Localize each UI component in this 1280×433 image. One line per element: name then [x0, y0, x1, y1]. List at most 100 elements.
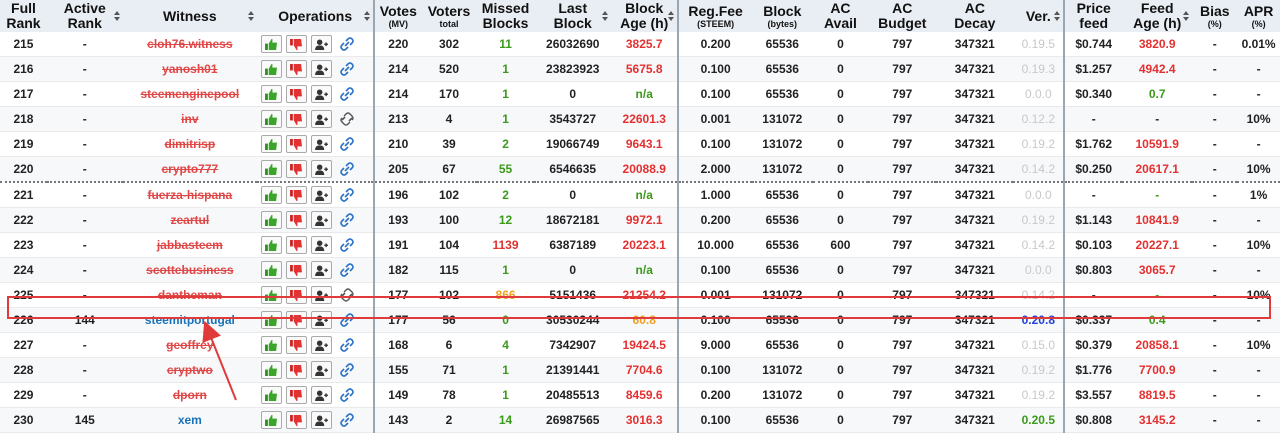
- thumbs-up-icon[interactable]: [261, 186, 283, 204]
- col-version[interactable]: Ver.: [1013, 0, 1066, 32]
- thumbs-up-icon[interactable]: [261, 160, 283, 178]
- broken-link-icon[interactable]: [340, 112, 354, 126]
- col-missed-blocks[interactable]: Missed Blocks: [476, 0, 535, 32]
- witness-link[interactable]: steemitportugal: [145, 313, 235, 327]
- witness-link[interactable]: dporn: [173, 388, 207, 402]
- col-operations[interactable]: Operations: [257, 0, 376, 32]
- user-plus-icon[interactable]: [311, 35, 333, 53]
- link-icon[interactable]: [340, 137, 354, 151]
- link-icon[interactable]: [340, 62, 354, 76]
- user-plus-icon[interactable]: [311, 386, 333, 404]
- col-feed-age[interactable]: Feed Age (h): [1122, 0, 1193, 32]
- thumbs-down-icon[interactable]: [286, 336, 308, 354]
- witness-link[interactable]: zeartul: [170, 213, 209, 227]
- witness-link[interactable]: dimitrisp: [165, 137, 216, 151]
- sort-icon[interactable]: [248, 11, 255, 21]
- user-plus-icon[interactable]: [311, 311, 333, 329]
- witness-link[interactable]: steemenginepool: [140, 87, 239, 101]
- link-icon[interactable]: [340, 313, 354, 327]
- thumbs-up-icon[interactable]: [261, 135, 283, 153]
- col-votes[interactable]: Votes (MV): [374, 0, 422, 32]
- witness-link[interactable]: dantheman: [158, 288, 222, 302]
- thumbs-up-icon[interactable]: [261, 211, 283, 229]
- thumbs-up-icon[interactable]: [261, 85, 283, 103]
- col-witness[interactable]: Witness: [122, 0, 258, 32]
- link-icon[interactable]: [340, 338, 354, 352]
- link-icon[interactable]: [340, 213, 354, 227]
- sort-icon[interactable]: [1054, 11, 1061, 21]
- thumbs-up-icon[interactable]: [261, 411, 283, 429]
- thumbs-up-icon[interactable]: [261, 110, 283, 128]
- broken-link-icon[interactable]: [340, 288, 354, 302]
- user-plus-icon[interactable]: [311, 186, 333, 204]
- col-block-size[interactable]: Block (bytes): [751, 0, 813, 32]
- thumbs-up-icon[interactable]: [261, 311, 283, 329]
- user-plus-icon[interactable]: [311, 85, 333, 103]
- thumbs-up-icon[interactable]: [261, 35, 283, 53]
- col-active-rank[interactable]: Active Rank: [46, 0, 123, 32]
- witness-link[interactable]: geoffrey: [166, 338, 213, 352]
- col-full-rank[interactable]: Full Rank: [0, 0, 47, 32]
- col-apr[interactable]: APR (%): [1237, 0, 1280, 32]
- witness-link[interactable]: fuerza-hispana: [147, 188, 232, 202]
- user-plus-icon[interactable]: [311, 261, 333, 279]
- col-reg-fee[interactable]: Reg.Fee (STEEM): [678, 0, 752, 32]
- user-plus-icon[interactable]: [311, 361, 333, 379]
- thumbs-down-icon[interactable]: [286, 386, 308, 404]
- thumbs-down-icon[interactable]: [286, 311, 308, 329]
- witness-link[interactable]: scottebusiness: [146, 263, 233, 277]
- user-plus-icon[interactable]: [311, 211, 333, 229]
- link-icon[interactable]: [340, 363, 354, 377]
- user-plus-icon[interactable]: [311, 110, 333, 128]
- thumbs-down-icon[interactable]: [286, 186, 308, 204]
- witness-link[interactable]: cryptwo: [167, 363, 213, 377]
- link-icon[interactable]: [340, 413, 354, 427]
- thumbs-up-icon[interactable]: [261, 60, 283, 78]
- col-block-age[interactable]: Block Age (h): [611, 0, 680, 32]
- col-ac-decay[interactable]: AC Decay: [936, 0, 1014, 32]
- thumbs-down-icon[interactable]: [286, 211, 308, 229]
- user-plus-icon[interactable]: [311, 286, 333, 304]
- col-voters[interactable]: Voters total: [421, 0, 477, 32]
- thumbs-down-icon[interactable]: [286, 60, 308, 78]
- witness-link[interactable]: inv: [181, 112, 198, 126]
- sort-icon[interactable]: [364, 11, 371, 21]
- sort-icon[interactable]: [113, 11, 120, 21]
- thumbs-up-icon[interactable]: [261, 261, 283, 279]
- thumbs-down-icon[interactable]: [286, 35, 308, 53]
- thumbs-down-icon[interactable]: [286, 110, 308, 128]
- sort-icon[interactable]: [1183, 11, 1190, 21]
- link-icon[interactable]: [340, 37, 354, 51]
- user-plus-icon[interactable]: [311, 60, 333, 78]
- user-plus-icon[interactable]: [311, 236, 333, 254]
- link-icon[interactable]: [340, 162, 354, 176]
- col-bias[interactable]: Bias (%): [1192, 0, 1238, 32]
- thumbs-up-icon[interactable]: [261, 286, 283, 304]
- col-ac-avail[interactable]: AC Avail: [812, 0, 869, 32]
- link-icon[interactable]: [340, 263, 354, 277]
- link-icon[interactable]: [340, 87, 354, 101]
- thumbs-down-icon[interactable]: [286, 411, 308, 429]
- user-plus-icon[interactable]: [311, 160, 333, 178]
- witness-link[interactable]: crypto777: [161, 162, 218, 176]
- user-plus-icon[interactable]: [311, 135, 333, 153]
- thumbs-down-icon[interactable]: [286, 160, 308, 178]
- thumbs-up-icon[interactable]: [261, 336, 283, 354]
- witness-link[interactable]: yanosh01: [162, 62, 217, 76]
- witness-link[interactable]: cloh76.witness: [147, 37, 232, 51]
- thumbs-down-icon[interactable]: [286, 85, 308, 103]
- thumbs-down-icon[interactable]: [286, 236, 308, 254]
- thumbs-down-icon[interactable]: [286, 361, 308, 379]
- witness-link[interactable]: xem: [178, 413, 202, 427]
- user-plus-icon[interactable]: [311, 336, 333, 354]
- witness-link[interactable]: jabbasteem: [157, 238, 223, 252]
- thumbs-up-icon[interactable]: [261, 361, 283, 379]
- sort-icon[interactable]: [668, 11, 675, 21]
- thumbs-down-icon[interactable]: [286, 135, 308, 153]
- col-price-feed[interactable]: Price feed: [1064, 0, 1122, 32]
- col-last-block[interactable]: Last Block: [534, 0, 612, 32]
- thumbs-down-icon[interactable]: [286, 261, 308, 279]
- col-ac-budget[interactable]: AC Budget: [868, 0, 937, 32]
- sort-icon[interactable]: [602, 11, 609, 21]
- user-plus-icon[interactable]: [311, 411, 333, 429]
